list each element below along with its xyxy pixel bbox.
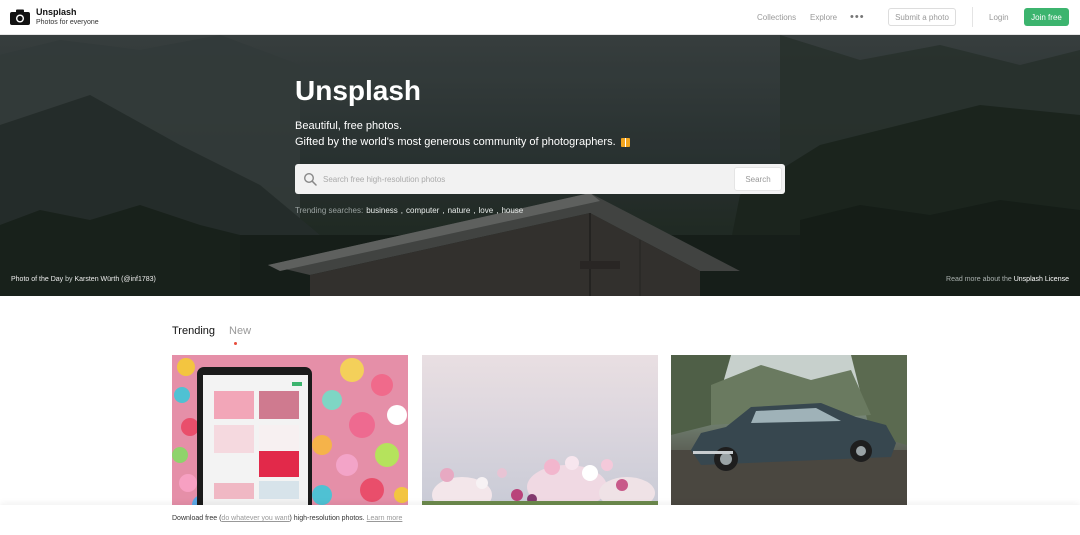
- photographer-link[interactable]: Karsten Würth (@inf1783): [74, 276, 155, 283]
- license-link[interactable]: Unsplash License: [1014, 276, 1069, 283]
- nav-collections[interactable]: Collections: [757, 13, 796, 22]
- learn-more-link[interactable]: Learn more: [367, 515, 403, 522]
- photo-card-tablet[interactable]: [172, 355, 408, 505]
- nav-explore[interactable]: Explore: [810, 13, 837, 22]
- brand-logo[interactable]: Unsplash Photos for everyone: [10, 6, 99, 28]
- search-bar: Search: [295, 164, 785, 194]
- trending-link-love[interactable]: love: [479, 206, 494, 215]
- top-navbar: Unsplash Photos for everyone Collections…: [0, 0, 1080, 35]
- photo-card-car[interactable]: [671, 355, 907, 505]
- banner-text: Download free (do whatever you want) hig…: [172, 515, 402, 522]
- photo-tablet-image: [172, 355, 408, 505]
- photo-credit: Photo of the Day by Karsten Würth (@inf1…: [11, 276, 156, 283]
- hero-title: Unsplash: [295, 75, 422, 106]
- gift-icon: [620, 137, 630, 147]
- trending-link-nature[interactable]: nature: [448, 206, 471, 215]
- license-note: Read more about the Unsplash License: [946, 276, 1069, 283]
- search-button[interactable]: Search: [734, 167, 782, 191]
- brand-tagline: Photos for everyone: [36, 19, 99, 26]
- trending-link-business[interactable]: business: [366, 206, 398, 215]
- tab-trending[interactable]: Trending: [172, 325, 215, 337]
- login-button[interactable]: Login: [989, 0, 1009, 35]
- credit-by: by: [65, 276, 73, 283]
- trending-link-house[interactable]: house: [501, 206, 523, 215]
- license-prefix: Read more about the: [946, 276, 1012, 283]
- submit-photo-button[interactable]: Submit a photo: [888, 8, 956, 26]
- hero-subtitle-2: Gifted by the world's most generous comm…: [295, 136, 630, 148]
- do-whatever-link[interactable]: do whatever you want: [221, 515, 289, 522]
- active-tab-indicator: [234, 342, 237, 345]
- trending-searches: Trending searches: business, computer, n…: [295, 206, 524, 215]
- header-divider: [972, 7, 973, 27]
- hero-subtitle-text: Gifted by the world's most generous comm…: [295, 136, 616, 148]
- more-menu-icon[interactable]: •••: [850, 12, 865, 23]
- photo-car-image: [671, 355, 907, 505]
- photo-blossoms-image: [422, 456, 658, 505]
- feed-tabs: Trending New: [172, 325, 251, 337]
- search-icon: [303, 172, 317, 186]
- camera-icon: [10, 9, 30, 25]
- photo-card-blossoms[interactable]: [422, 355, 658, 505]
- banner-middle: ) high-resolution photos.: [289, 515, 365, 522]
- brand-name: Unsplash: [36, 7, 77, 17]
- hero-banner: Unsplash Beautiful, free photos. Gifted …: [0, 35, 1080, 296]
- search-input[interactable]: [323, 174, 723, 184]
- hero-subtitle: Beautiful, free photos.: [295, 120, 403, 132]
- trending-link-computer[interactable]: computer: [406, 206, 439, 215]
- download-banner: Download free (do whatever you want) hig…: [0, 505, 1080, 535]
- trending-label: Trending searches:: [295, 206, 364, 215]
- photo-of-day-link[interactable]: Photo of the Day: [11, 276, 63, 283]
- join-free-button[interactable]: Join free: [1024, 8, 1069, 26]
- tab-new[interactable]: New: [229, 325, 251, 337]
- banner-prefix: Download free (: [172, 515, 222, 522]
